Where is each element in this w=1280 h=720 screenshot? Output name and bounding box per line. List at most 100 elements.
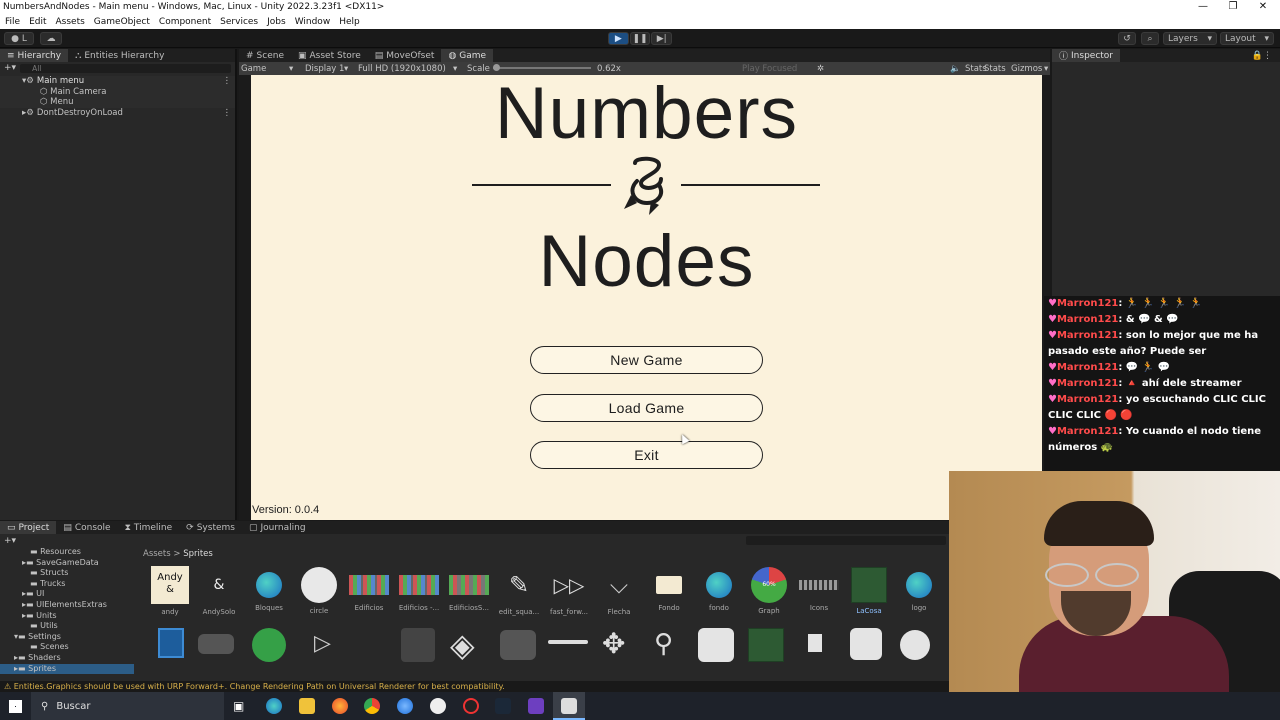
play-triangle-icon[interactable]: ▷ [314,632,331,656]
asset-thumb-box[interactable] [401,628,435,662]
tab-timeline[interactable]: ⧗ Timeline [118,521,180,534]
asset-tile[interactable]: LaCosa [847,566,891,615]
maximize-icon[interactable]: ❐ [1218,0,1248,14]
windows-start-icon[interactable] [9,700,22,713]
resolution-dropdown[interactable]: Full HD (1920x1080) [358,64,446,74]
edge-icon[interactable] [266,698,282,714]
visual-studio-icon[interactable] [528,698,544,714]
asset-tile[interactable]: Icons [797,566,841,612]
tree-folder[interactable]: ▾▬ Settings [0,632,134,643]
tree-item-menu[interactable]: ⬡ Menu [0,97,235,108]
tree-folder-selected[interactable]: ▸▬ Sprites [0,663,134,675]
asset-tile[interactable]: ✎ edit_squa... [497,566,541,616]
unity-editor-taskbar-button[interactable] [553,692,585,720]
menu-file[interactable]: File [5,17,20,27]
asset-thumb-line[interactable] [548,640,588,644]
asset-tile[interactable]: EdificiosS... [447,566,491,612]
project-search-input[interactable] [746,536,946,545]
chrome-icon[interactable] [364,698,380,714]
asset-thumb-node[interactable] [198,634,234,654]
tab-scene[interactable]: # Scene [239,49,291,62]
asset-tile[interactable]: Edificios -... [397,566,441,612]
play-mode-dropdown[interactable]: Play Focused [742,64,797,74]
tree-folder[interactable]: ▸▬ UIElementsExtras [0,600,134,611]
breadcrumb-assets[interactable]: Assets [143,549,171,559]
asset-tile[interactable]: ⌵ Flecha [597,566,641,616]
menu-help[interactable]: Help [339,17,360,27]
tree-folder[interactable]: ▸▬ UI [0,589,134,600]
asset-tile[interactable]: logo [897,566,941,612]
tree-folder[interactable]: ▬ Resources [0,547,134,558]
tree-folder[interactable]: ▸▬ SaveGameData [0,558,134,569]
more-icon[interactable]: ⋮ [223,108,232,119]
hierarchy-search-input[interactable]: All [20,63,231,73]
asset-thumb-blue-box[interactable] [158,628,184,658]
tab-console[interactable]: ▤ Console [56,521,117,534]
asset-tile[interactable]: circle [297,566,341,615]
asset-tile[interactable]: fondo [697,566,741,612]
tree-folder[interactable]: ▬ Structs [0,568,134,579]
pause-icon[interactable]: ❚❚ [629,32,651,45]
lock-icon[interactable]: 🔒⋮ [1252,51,1272,61]
menu-jobs[interactable]: Jobs [267,17,286,27]
unity-hub-icon[interactable] [430,698,446,714]
asset-tile[interactable]: 60% Graph [747,566,791,615]
gizmos-toggle[interactable]: Gizmos [1011,64,1042,74]
tree-folder[interactable]: ▬ Trucks [0,579,134,590]
asset-tile[interactable]: & AndySolo [197,566,241,616]
scale-slider[interactable] [493,64,591,71]
display-dropdown[interactable]: Display 1 [305,64,344,74]
asset-thumb-rounded-square[interactable] [850,628,882,660]
breadcrumb-sprites[interactable]: Sprites [183,549,213,559]
magnifier-icon[interactable]: ⚲ [654,628,673,660]
asset-tile[interactable]: Edificios [347,566,391,612]
load-game-button[interactable]: Load Game [530,394,763,422]
tree-folder[interactable]: ▸▬ Units [0,611,134,622]
search-icon[interactable]: ⌕ [1141,32,1159,45]
bug-icon[interactable]: ✲ [817,64,824,74]
tab-game[interactable]: ◍ Game [441,49,494,62]
asset-tile[interactable]: ▷▷ fast_forw... [547,566,591,616]
node-cross-icon[interactable]: ✥ [602,628,625,660]
tab-moveofset[interactable]: ▤ MoveOfset [368,49,442,62]
minimize-icon[interactable]: — [1188,0,1218,14]
asset-tile[interactable]: Andy & andy [148,566,192,616]
stats-toggle[interactable]: Stats [984,64,1006,74]
file-icon[interactable] [808,634,822,652]
asset-thumb-green-circle[interactable] [252,628,286,662]
scale-slider-handle[interactable] [493,64,500,71]
menu-gameobject[interactable]: GameObject [94,17,150,27]
step-icon[interactable]: ▶| [651,32,673,45]
new-game-button[interactable]: New Game [530,346,763,374]
tab-hierarchy[interactable]: ≡ Hierarchy [0,49,69,62]
game-mode-dropdown[interactable]: Game [241,64,266,74]
status-bar[interactable]: ⚠ Entities.Graphics should be used with … [0,681,950,692]
menu-edit[interactable]: Edit [29,17,46,27]
tab-entities-hierarchy[interactable]: ⛬ Entities Hierarchy [68,49,171,62]
account-button[interactable]: ● L [4,32,34,45]
asset-tile[interactable]: Bloques [247,566,291,612]
menu-assets[interactable]: Assets [56,17,85,27]
asset-thumb-green-square[interactable] [748,628,784,662]
tab-journaling[interactable]: ▢ Journaling [242,521,313,534]
mute-icon[interactable]: 🔈 [950,64,961,74]
close-icon[interactable]: ✕ [1248,0,1278,14]
play-icon[interactable]: ▶ [608,32,629,45]
asset-thumb-white-square[interactable] [698,628,734,662]
tree-item-dontdestroyonload[interactable]: ▸⚙ DontDestroyOnLoad ⋮ [0,108,235,119]
tree-item-main-camera[interactable]: ⬡ Main Camera [0,86,235,97]
tree-folder[interactable]: ▸▬ Shaders [0,653,134,664]
file-explorer-icon[interactable] [299,698,315,714]
add-icon[interactable]: +▾ [4,536,16,546]
obs-icon[interactable] [463,698,479,714]
tab-systems[interactable]: ⟳ Systems [179,521,242,534]
asset-thumb-white-circle[interactable] [900,630,930,660]
asset-thumb-link[interactable] [500,630,536,660]
tree-item-main-menu[interactable]: ▾⚙ Main menu ⋮ [0,76,235,87]
tree-folder[interactable]: ▬ Scenes [0,642,134,653]
asset-tile[interactable]: Fondo [647,566,691,612]
layers-dropdown[interactable]: Layers ▾ [1163,32,1217,45]
layout-dropdown[interactable]: Layout ▾ [1220,32,1274,45]
taskbar-search[interactable]: ⚲ Buscar [31,692,224,720]
tree-folder[interactable]: ▬ Utils [0,621,134,632]
